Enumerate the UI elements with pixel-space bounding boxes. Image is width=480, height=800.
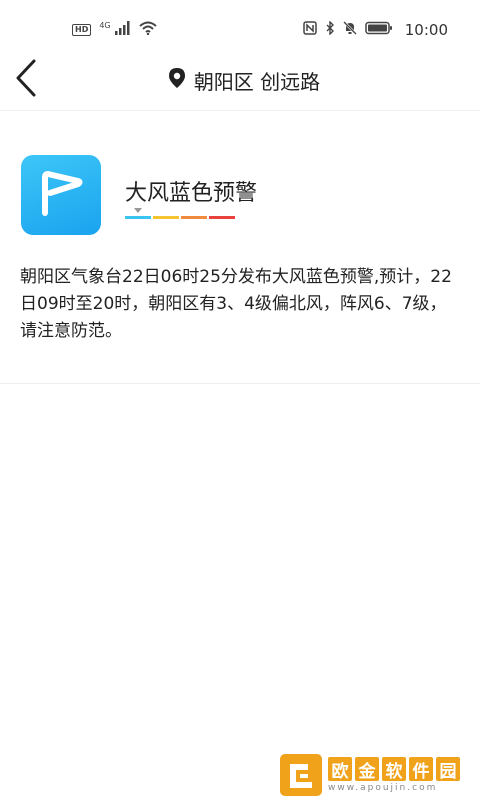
level-stripe-blue [125, 216, 151, 219]
watermark-char: 欧 [328, 757, 352, 782]
alert-title: 大风蓝色预警 [125, 181, 258, 206]
signal-icon [114, 21, 131, 39]
hd-icon: HD [72, 24, 92, 36]
status-time: 10:00 [404, 21, 448, 39]
watermark-char: 金 [355, 757, 379, 782]
watermark: 欧 金 软 件 园 www.apoujin.com [280, 750, 480, 800]
watermark-char: 软 [382, 757, 406, 782]
level-stripe-yellow [153, 216, 179, 219]
watermark-url: www.apoujin.com [328, 783, 438, 793]
mute-bell-icon [342, 21, 357, 39]
status-left: HD 4G [72, 21, 157, 39]
battery-icon [365, 21, 393, 39]
level-marker-icon [134, 208, 142, 213]
location-text: 朝阳区 创远路 [193, 69, 321, 94]
watermark-char: 件 [409, 757, 433, 782]
level-stripes [125, 216, 235, 219]
alert-card: 大风蓝色预警 朝阳区气象台22日06时25分发布大风蓝色预警,预计，22日09时… [0, 111, 480, 384]
header: 朝阳区 创远路 [0, 50, 480, 111]
watermark-logo-icon [280, 754, 322, 796]
watermark-char: 园 [436, 757, 460, 782]
header-location[interactable]: 朝阳区 创远路 [0, 50, 480, 110]
alert-description: 朝阳区气象台22日06时25分发布大风蓝色预警,预计，22日09时至20时，朝阳… [20, 267, 452, 341]
wifi-icon [138, 21, 157, 39]
bluetooth-icon [325, 20, 335, 39]
network-type-label: 4G [99, 20, 111, 30]
wind-flag-icon [21, 155, 101, 235]
alert-level-bar [125, 206, 237, 226]
level-stripe-red [209, 216, 235, 219]
location-pin-icon [168, 67, 186, 93]
status-right: 10:00 [303, 20, 448, 39]
watermark-chars: 欧 金 软 件 园 [328, 757, 460, 782]
level-stripe-orange [181, 216, 207, 219]
watermark-text: 欧 金 软 件 园 www.apoujin.com [328, 757, 460, 793]
nfc-icon [303, 21, 317, 39]
